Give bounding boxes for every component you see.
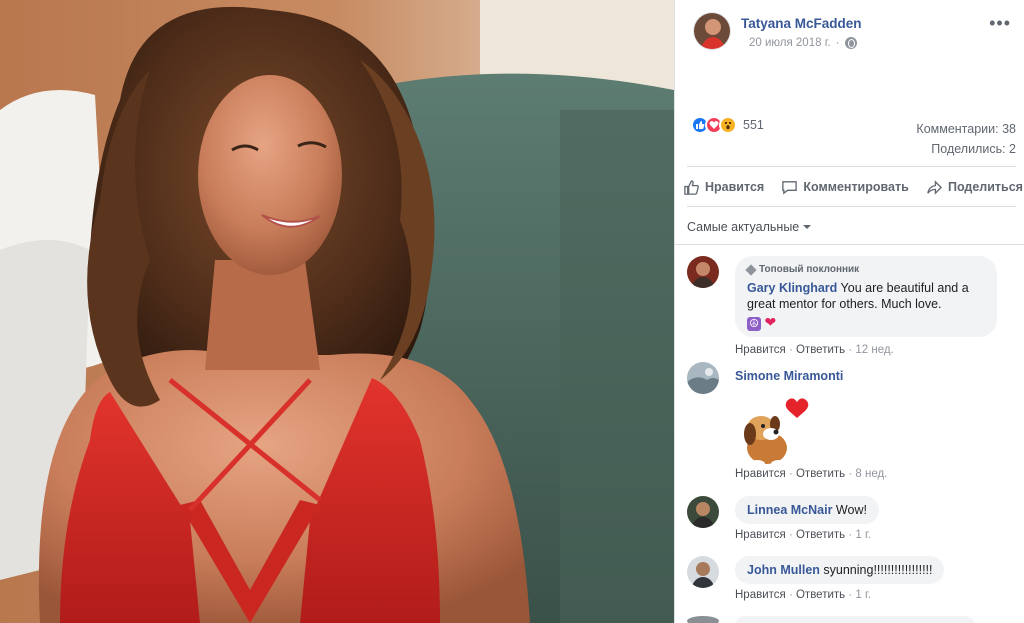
comment-button[interactable]: Комментировать (781, 176, 909, 198)
comment-time[interactable]: 1 г. (855, 529, 871, 541)
globe-icon[interactable] (844, 37, 857, 49)
comment-time[interactable]: 1 г. (855, 589, 871, 601)
comment-like-link[interactable]: Нравится (735, 468, 786, 480)
shares-count[interactable]: Поделились: 2 (916, 139, 1016, 159)
commenter-name[interactable]: Simone Miramonti (735, 369, 843, 383)
comment-actions: Нравится · Ответить · 1 г. (735, 529, 871, 541)
divider (675, 244, 1024, 245)
top-fan-label: Топовый поклонник (759, 264, 860, 275)
more-options-icon[interactable]: ••• (989, 14, 1011, 32)
comment-time[interactable]: 8 нед. (855, 468, 887, 480)
comment-reply-link[interactable]: Ответить (796, 529, 845, 541)
comment-reply-link[interactable]: Ответить (796, 344, 845, 356)
post-photo[interactable] (0, 0, 674, 623)
comment-actions: Нравится · Ответить · 1 г. (735, 589, 871, 601)
comment-like-link[interactable]: Нравится (735, 344, 786, 356)
post-meta: 20 июля 2018 г. · (749, 37, 857, 49)
comment-time[interactable]: 12 нед. (855, 344, 893, 356)
comment-item: Simone Miramonti Нравится · Ответить · 8… (687, 362, 1017, 482)
like-button[interactable]: Нравится (683, 176, 764, 198)
commenter-avatar[interactable] (687, 362, 719, 394)
portrait-image (0, 0, 674, 623)
comments-count[interactable]: Комментарии: 38 (916, 119, 1016, 139)
post-header: Tatyana McFadden 20 июля 2018 г. · ••• (691, 12, 1021, 56)
comment-icon (782, 180, 798, 194)
comment-item: Linnea McNair Wow! Нравится · Ответить ·… (687, 496, 1017, 546)
comment-text: Wow! (835, 503, 867, 517)
comment-text: syunning!!!!!!!!!!!!!!!!! (823, 563, 933, 577)
comment-bubble: Linnea McNair Wow! (735, 496, 879, 524)
reaction-count: 551 (743, 118, 764, 132)
author-name[interactable]: Tatyana McFadden (741, 16, 862, 31)
commenter-avatar[interactable] (687, 256, 719, 288)
sort-label: Самые актуальные (687, 220, 800, 234)
post-actions: Нравится Комментировать Поделиться (683, 176, 1023, 198)
top-fan-badge[interactable]: Топовый поклонник (745, 262, 985, 278)
comment-reply-link[interactable]: Ответить (796, 589, 845, 601)
dog-heart-sticker (735, 394, 815, 474)
commenter-avatar[interactable] (687, 496, 719, 528)
like-button-label: Нравится (705, 180, 765, 194)
heart-emoji: ❤ (764, 314, 777, 330)
comment-bubble: John Mullen syunning!!!!!!!!!!!!!!!!! (735, 556, 945, 584)
commenter-name[interactable]: Gary Klinghard (747, 281, 837, 295)
wow-icon (719, 116, 737, 134)
comment-item: Топовый поклонник Gary Klinghard You are… (687, 256, 1017, 356)
chevron-down-icon (803, 225, 812, 229)
thumbs-up-icon (684, 179, 699, 195)
post-panel: Tatyana McFadden 20 июля 2018 г. · ••• 5… (674, 0, 1024, 623)
divider (687, 206, 1016, 207)
diamond-icon (745, 264, 757, 276)
share-icon (927, 179, 942, 195)
comment-actions: Нравится · Ответить · 8 нед. (735, 468, 888, 480)
comment-bubble (735, 616, 975, 623)
comment-item: John Mullen syunning!!!!!!!!!!!!!!!!! Нр… (687, 556, 1017, 606)
author-avatar[interactable] (693, 12, 731, 50)
comment-like-link[interactable]: Нравится (735, 589, 786, 601)
peace-emoji: ☮ (747, 317, 761, 331)
commenter-name[interactable]: Linnea McNair (747, 503, 832, 517)
commenter-avatar[interactable] (687, 556, 719, 588)
comment-bubble: Топовый поклонник Gary Klinghard You are… (735, 256, 997, 337)
comment-button-label: Комментировать (803, 180, 909, 194)
comment-reply-link[interactable]: Ответить (796, 468, 845, 480)
commenter-name[interactable]: John Mullen (747, 563, 820, 577)
comment-sort-dropdown[interactable]: Самые актуальные (687, 220, 812, 234)
post-date[interactable]: 20 июля 2018 г. (749, 37, 831, 49)
share-button-label: Поделиться (947, 180, 1023, 194)
comment-item-partial (687, 616, 1017, 623)
commenter-avatar[interactable] (687, 616, 719, 623)
divider (687, 166, 1016, 167)
reactions-summary[interactable]: 551 (691, 116, 764, 134)
comment-like-link[interactable]: Нравится (735, 529, 786, 541)
post-stats: Комментарии: 38 Поделились: 2 (916, 119, 1016, 159)
share-button[interactable]: Поделиться (926, 176, 1023, 198)
comment-actions: Нравится · Ответить · 12 нед. (735, 344, 894, 356)
